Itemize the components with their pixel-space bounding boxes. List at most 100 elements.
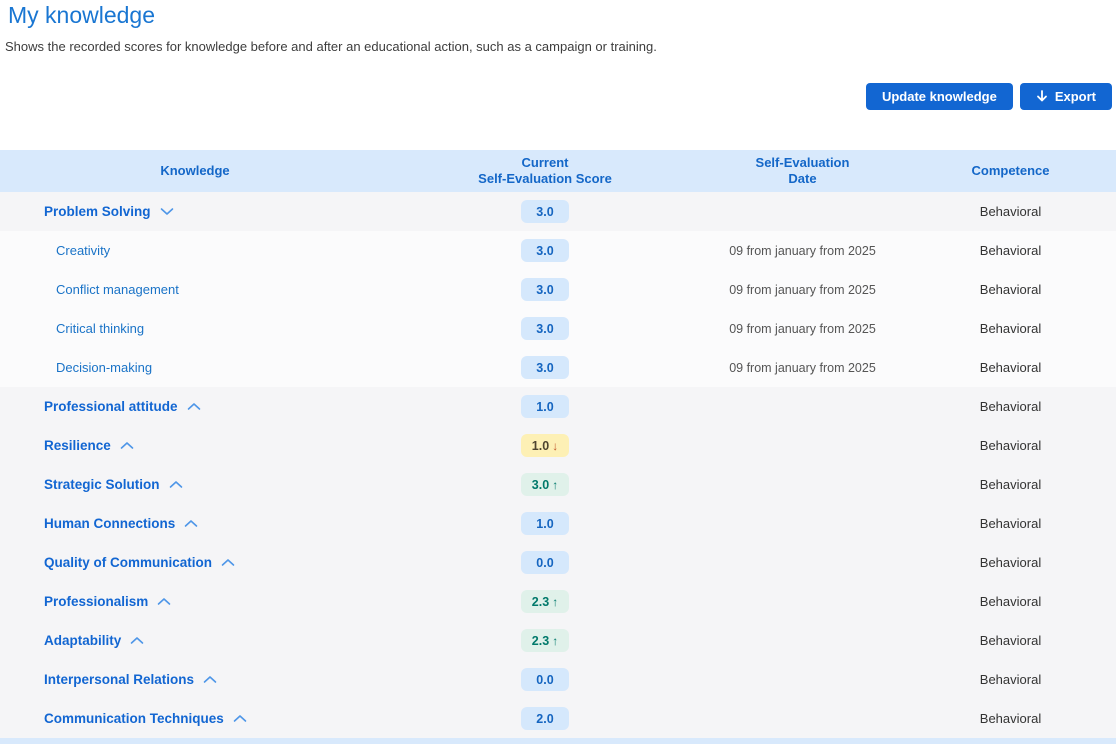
knowledge-row: Problem Solving 3.0 Behavioral [0,192,1116,231]
chevron-up-icon[interactable] [157,597,171,606]
column-header-knowledge: Knowledge [0,163,390,179]
knowledge-label[interactable]: Decision-making [56,360,152,375]
update-knowledge-button[interactable]: Update knowledge [866,83,1013,110]
score-badge: 2.3 ↑ [521,590,569,613]
chevron-up-icon[interactable] [233,714,247,723]
knowledge-label[interactable]: Human Connections [44,516,175,531]
knowledge-label[interactable]: Quality of Communication [44,555,212,570]
competence-value: Behavioral [905,672,1116,687]
button-bar: Update knowledge Export [866,83,1112,110]
evaluation-date: 09 from january from 2025 [700,283,905,297]
knowledge-cell: Communication Techniques [0,711,390,726]
competence-value: Behavioral [905,399,1116,414]
score-cell: 2.0 [390,707,700,730]
knowledge-row: Professional attitude 1.0 Behavioral [0,387,1116,426]
score-value: 2.3 [532,634,549,648]
score-cell: 0.0 [390,668,700,691]
score-badge: 3.0 [521,239,569,262]
score-value: 3.0 [532,478,549,492]
score-value: 0.0 [536,673,553,687]
score-value: 3.0 [536,283,553,297]
score-value: 3.0 [536,205,553,219]
knowledge-cell: Adaptability [0,633,390,648]
download-arrow-icon [1036,90,1048,103]
knowledge-label[interactable]: Resilience [44,438,111,453]
score-badge: 0.0 [521,668,569,691]
chevron-up-icon[interactable] [169,480,183,489]
score-cell: 3.0 [390,356,700,379]
score-value: 1.0 [532,439,549,453]
competence-value: Behavioral [905,555,1116,570]
evaluation-date: 09 from january from 2025 [700,361,905,375]
score-cell: 3.0 [390,278,700,301]
chevron-up-icon[interactable] [184,519,198,528]
column-header-current-score: Current Self-Evaluation Score [390,155,700,188]
knowledge-label[interactable]: Interpersonal Relations [44,672,194,687]
score-badge: 2.0 [521,707,569,730]
evaluation-date: 09 from january from 2025 [700,244,905,258]
knowledge-label[interactable]: Professional attitude [44,399,178,414]
score-cell: 3.0 [390,317,700,340]
chevron-up-icon[interactable] [203,675,217,684]
competence-value: Behavioral [905,282,1116,297]
score-cell: 1.0 [390,395,700,418]
export-button[interactable]: Export [1020,83,1112,110]
score-value: 1.0 [536,517,553,531]
score-badge: 2.3 ↑ [521,629,569,652]
knowledge-label[interactable]: Adaptability [44,633,121,648]
score-value: 2.3 [532,595,549,609]
score-cell: 3.0 ↑ [390,473,700,496]
competence-value: Behavioral [905,633,1116,648]
trend-up-icon: ↑ [552,595,558,609]
evaluation-date: 09 from january from 2025 [700,322,905,336]
knowledge-row: Human Connections 1.0 Behavioral [0,504,1116,543]
competence-value: Behavioral [905,360,1116,375]
knowledge-cell: Strategic Solution [0,477,390,492]
trend-up-icon: ↑ [552,634,558,648]
knowledge-row: Critical thinking 3.0 09 from january fr… [0,309,1116,348]
score-cell: 1.0 [390,512,700,535]
competence-value: Behavioral [905,243,1116,258]
knowledge-label[interactable]: Critical thinking [56,321,144,336]
competence-value: Behavioral [905,477,1116,492]
score-badge: 3.0 [521,317,569,340]
score-value: 3.0 [536,244,553,258]
chevron-up-icon[interactable] [221,558,235,567]
page-subtitle: Shows the recorded scores for knowledge … [5,39,657,54]
score-badge: 3.0 [521,278,569,301]
knowledge-cell: Problem Solving [0,204,390,219]
knowledge-row: Interpersonal Relations 0.0 Behavioral [0,660,1116,699]
score-badge: 1.0 [521,512,569,535]
knowledge-label[interactable]: Communication Techniques [44,711,224,726]
score-cell: 1.0 ↓ [390,434,700,457]
column-header-competence: Competence [905,163,1116,179]
chevron-down-icon[interactable] [160,207,174,216]
knowledge-cell: Creativity [0,243,390,258]
knowledge-label[interactable]: Problem Solving [44,204,151,219]
knowledge-cell: Human Connections [0,516,390,531]
trend-up-icon: ↑ [552,478,558,492]
chevron-up-icon[interactable] [187,402,201,411]
column-header-evaluation-date: Self-Evaluation Date [700,155,905,188]
knowledge-row: Professionalism 2.3 ↑ Behavioral [0,582,1116,621]
knowledge-row: Conflict management 3.0 09 from january … [0,270,1116,309]
knowledge-cell: Conflict management [0,282,390,297]
knowledge-row: Strategic Solution 3.0 ↑ Behavioral [0,465,1116,504]
competence-value: Behavioral [905,594,1116,609]
score-badge: 3.0 [521,200,569,223]
page-title: My knowledge [8,2,155,29]
knowledge-label[interactable]: Creativity [56,243,110,258]
knowledge-row: Communication Techniques 2.0 Behavioral [0,699,1116,738]
table-body: Problem Solving 3.0 Behavioral Creativit… [0,192,1116,738]
competence-value: Behavioral [905,516,1116,531]
score-badge: 3.0 ↑ [521,473,569,496]
knowledge-label[interactable]: Professionalism [44,594,148,609]
knowledge-row: Creativity 3.0 09 from january from 2025… [0,231,1116,270]
score-cell: 3.0 [390,239,700,262]
knowledge-label[interactable]: Conflict management [56,282,179,297]
competence-value: Behavioral [905,438,1116,453]
chevron-up-icon[interactable] [130,636,144,645]
chevron-up-icon[interactable] [120,441,134,450]
knowledge-cell: Critical thinking [0,321,390,336]
knowledge-label[interactable]: Strategic Solution [44,477,160,492]
